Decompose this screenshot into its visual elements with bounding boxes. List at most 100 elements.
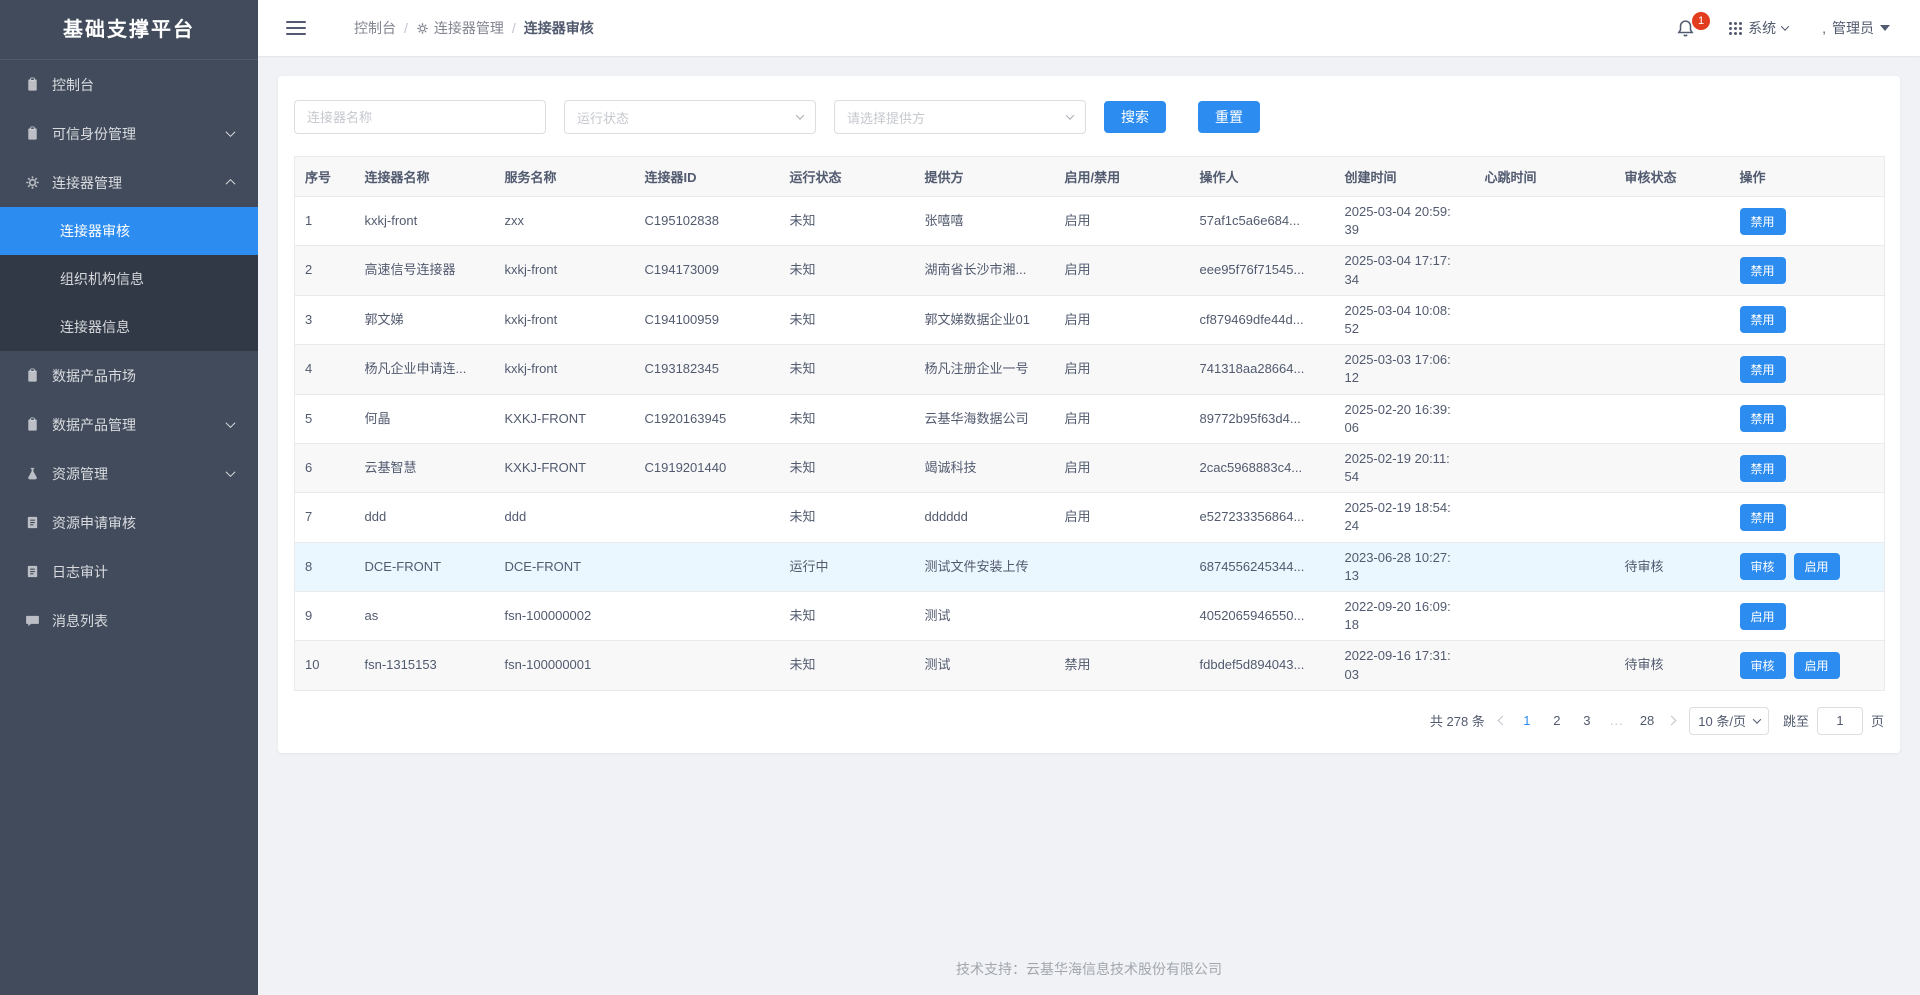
cell-operator: 4052065946550...: [1190, 592, 1335, 641]
chevron-down-icon: [1066, 111, 1074, 119]
page-number-3[interactable]: 3: [1580, 713, 1594, 728]
chevron-down-icon: [1781, 22, 1789, 30]
sidebar-item-resource-mgmt[interactable]: 资源管理: [0, 449, 258, 498]
cell-provider: 张嘻嘻: [915, 197, 1055, 246]
prev-page-icon[interactable]: [1497, 716, 1507, 726]
cell-created: 2022-09-16 17:31:03: [1335, 641, 1475, 690]
cell-seq: 8: [295, 542, 355, 591]
cell-enabled: 启用: [1055, 493, 1190, 542]
doc2-icon: [24, 564, 40, 580]
breadcrumb-console[interactable]: 控制台: [354, 18, 396, 38]
user-prefix: ,: [1822, 20, 1826, 36]
sidebar-item-data-product-mgmt[interactable]: 数据产品管理: [0, 400, 258, 449]
disable-button[interactable]: 禁用: [1740, 306, 1786, 333]
chevron-down-icon: [796, 111, 804, 119]
cell-service: kxkj-front: [495, 246, 635, 295]
enable-button[interactable]: 启用: [1794, 652, 1840, 679]
sidebar-item-console[interactable]: 控制台: [0, 60, 258, 109]
jump-label: 跳至: [1783, 711, 1809, 730]
enable-button[interactable]: 启用: [1794, 553, 1840, 580]
cell-heartbeat: [1475, 592, 1615, 641]
page-number-28[interactable]: 28: [1640, 713, 1654, 728]
cell-seq: 10: [295, 641, 355, 690]
page-number-2[interactable]: 2: [1550, 713, 1564, 728]
column-header: 提供方: [915, 157, 1055, 197]
disable-button[interactable]: 禁用: [1740, 208, 1786, 235]
cell-service: zxx: [495, 197, 635, 246]
disable-button[interactable]: 禁用: [1740, 356, 1786, 383]
cell-operator: cf879469dfe44d...: [1190, 295, 1335, 344]
cell-status: 未知: [780, 641, 915, 690]
disable-button[interactable]: 禁用: [1740, 504, 1786, 531]
page-number-1[interactable]: 1: [1520, 713, 1534, 728]
cell-id: C1919201440: [635, 443, 780, 492]
sidebar-subitem-connector-info[interactable]: 连接器信息: [0, 303, 258, 351]
cell-service: KXKJ-FRONT: [495, 394, 635, 443]
connector-table: 序号连接器名称服务名称连接器ID运行状态提供方启用/禁用操作人创建时间心跳时间审…: [294, 156, 1885, 691]
cell-actions: 禁用: [1730, 443, 1885, 492]
cell-status: 运行中: [780, 542, 915, 591]
cell-enabled: 启用: [1055, 197, 1190, 246]
enable-button[interactable]: 启用: [1740, 603, 1786, 630]
cell-name: 郭文娣: [355, 295, 495, 344]
reset-button[interactable]: 重置: [1198, 101, 1260, 133]
cell-enabled: 启用: [1055, 246, 1190, 295]
cell-audit: 待审核: [1615, 641, 1730, 690]
user-menu[interactable]: , 管理员: [1822, 18, 1890, 38]
jump-page-input[interactable]: [1817, 707, 1863, 735]
disable-button[interactable]: 禁用: [1740, 455, 1786, 482]
table-row: 8DCE-FRONTDCE-FRONT运行中测试文件安装上传6874556245…: [295, 542, 1885, 591]
disable-button[interactable]: 禁用: [1740, 405, 1786, 432]
sidebar-item-message-list[interactable]: 消息列表: [0, 596, 258, 645]
sidebar-item-connector-mgmt[interactable]: 连接器管理: [0, 158, 258, 207]
column-header: 连接器ID: [635, 157, 780, 197]
column-header: 运行状态: [780, 157, 915, 197]
cell-created: 2025-03-04 17:17:34: [1335, 246, 1475, 295]
cell-operator: 6874556245344...: [1190, 542, 1335, 591]
system-menu[interactable]: 系统: [1729, 18, 1788, 38]
notification-bell-icon[interactable]: 1: [1676, 19, 1695, 38]
sidebar-item-label: 数据产品市场: [52, 366, 234, 386]
search-button[interactable]: 搜索: [1104, 101, 1166, 133]
cell-audit: [1615, 345, 1730, 394]
column-header: 连接器名称: [355, 157, 495, 197]
sidebar-subitem-org-info[interactable]: 组织机构信息: [0, 255, 258, 303]
doc-icon: [24, 77, 40, 93]
cell-enabled: [1055, 542, 1190, 591]
sidebar-item-log-audit[interactable]: 日志审计: [0, 547, 258, 596]
cell-provider: 郭文娣数据企业01: [915, 295, 1055, 344]
cell-seq: 7: [295, 493, 355, 542]
cell-provider: 测试: [915, 641, 1055, 690]
breadcrumb-connector-mgmt[interactable]: 连接器管理: [434, 18, 504, 38]
menu-toggle-icon[interactable]: [286, 21, 306, 35]
cell-actions: 禁用: [1730, 493, 1885, 542]
column-header: 服务名称: [495, 157, 635, 197]
page-size-select[interactable]: 10 条/页: [1689, 707, 1769, 735]
cell-name: DCE-FRONT: [355, 542, 495, 591]
next-page-icon[interactable]: [1667, 716, 1677, 726]
review-button[interactable]: 审核: [1740, 553, 1786, 580]
cell-seq: 9: [295, 592, 355, 641]
sidebar-item-identity-mgmt[interactable]: 可信身份管理: [0, 109, 258, 158]
cell-provider: 测试: [915, 592, 1055, 641]
column-header: 序号: [295, 157, 355, 197]
provider-select[interactable]: 请选择提供方: [834, 100, 1086, 134]
cell-enabled: 启用: [1055, 443, 1190, 492]
chevron-up-icon: [226, 179, 236, 189]
sidebar-item-label: 连接器管理: [52, 173, 227, 193]
table-row: 2高速信号连接器kxkj-frontC194173009未知湖南省长沙市湘...…: [295, 246, 1885, 295]
disable-button[interactable]: 禁用: [1740, 257, 1786, 284]
sidebar-item-resource-apply-audit[interactable]: 资源申请审核: [0, 498, 258, 547]
chevron-down-icon: [226, 418, 236, 428]
cell-status: 未知: [780, 295, 915, 344]
sidebar-subitem-connector-audit[interactable]: 连接器审核: [0, 207, 258, 255]
chevron-down-icon: [226, 467, 236, 477]
doc-icon: [24, 126, 40, 142]
connector-name-input[interactable]: [294, 100, 546, 134]
cell-name: 杨凡企业申请连...: [355, 345, 495, 394]
cell-id: [635, 542, 780, 591]
sidebar-item-data-market[interactable]: 数据产品市场: [0, 351, 258, 400]
run-status-select[interactable]: 运行状态: [564, 100, 816, 134]
review-button[interactable]: 审核: [1740, 652, 1786, 679]
cell-name: fsn-1315153: [355, 641, 495, 690]
